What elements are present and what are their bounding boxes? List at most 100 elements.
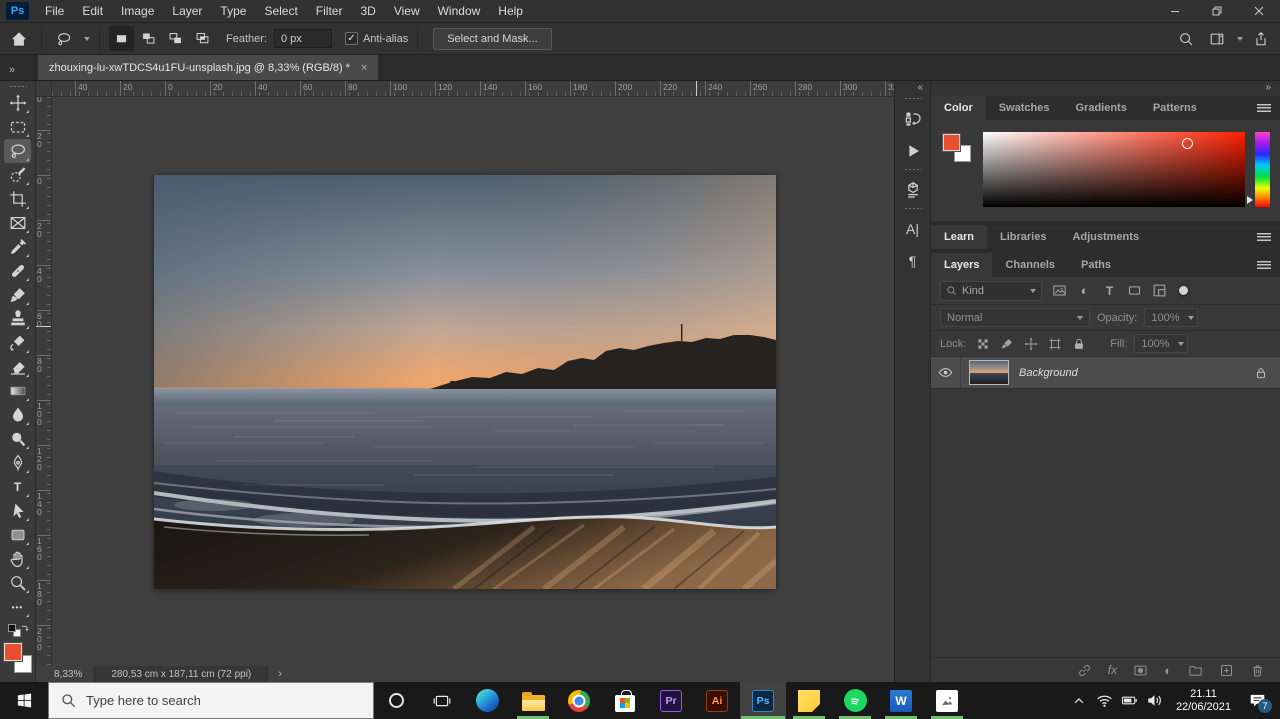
hand-tool[interactable] [4, 547, 31, 571]
gradient-tool[interactable] [4, 379, 31, 403]
home-icon[interactable] [6, 26, 32, 52]
close-button[interactable] [1238, 0, 1280, 22]
blend-mode-select[interactable]: Normal [940, 308, 1090, 327]
panel-grip[interactable] [9, 85, 27, 88]
tab-libraries[interactable]: Libraries [987, 225, 1059, 249]
menu-item-window[interactable]: Window [429, 1, 490, 21]
layer-name[interactable]: Background [1019, 367, 1078, 379]
taskbar-search[interactable] [48, 682, 374, 719]
edit-toolbar-icon[interactable]: ••• [4, 595, 31, 619]
start-button[interactable] [0, 682, 48, 719]
taskbar-app-file-explorer[interactable] [510, 682, 556, 719]
battery-icon[interactable] [1117, 692, 1142, 709]
adjustment-layer-filter-icon[interactable]: ◐ [1075, 283, 1094, 298]
panel-menu-icon[interactable] [1257, 104, 1271, 112]
link-layers-icon[interactable] [1077, 663, 1092, 678]
minimize-button[interactable] [1154, 0, 1196, 22]
add-to-selection-icon[interactable] [136, 26, 161, 51]
clock[interactable]: 21.11 22/06/2021 [1176, 688, 1231, 714]
new-layer-icon[interactable] [1219, 663, 1234, 678]
lock-position-icon[interactable] [1021, 337, 1040, 351]
shape-layer-filter-icon[interactable] [1125, 283, 1144, 298]
layer-thumbnail[interactable] [969, 360, 1009, 385]
menu-item-filter[interactable]: Filter [307, 1, 352, 21]
paragraph-panel-icon[interactable]: ¶ [899, 247, 927, 275]
tab-close-icon[interactable]: × [361, 62, 367, 74]
status-expand-icon[interactable]: › [268, 668, 292, 680]
saturation-brightness-field[interactable] [983, 132, 1245, 207]
lock-transparency-icon[interactable] [973, 337, 992, 351]
layer-locked-icon[interactable] [1254, 366, 1268, 380]
horizontal-ruler[interactable]: 4020020406080100120140160180200220240260… [52, 81, 894, 97]
move-tool[interactable] [4, 91, 31, 115]
path-selection-tool[interactable] [4, 499, 31, 523]
layer-group-icon[interactable] [1188, 663, 1203, 678]
menu-item-layer[interactable]: Layer [163, 1, 211, 21]
clone-stamp-tool[interactable] [4, 307, 31, 331]
panel-expand-chevrons[interactable]: » [0, 64, 38, 80]
properties-panel-icon[interactable] [899, 176, 927, 204]
layer-mask-icon[interactable] [1133, 663, 1148, 678]
tab-layers[interactable]: Layers [931, 253, 992, 277]
menu-item-type[interactable]: Type [211, 1, 255, 21]
lock-artboard-icon[interactable] [1045, 337, 1064, 351]
lasso-tool[interactable] [4, 139, 31, 163]
document-tab[interactable]: zhouxing-lu-xwTDCS4u1FU-unsplash.jpg @ 8… [38, 55, 378, 80]
anti-alias-checkbox[interactable]: ✓ [345, 32, 358, 45]
select-and-mask-button[interactable]: Select and Mask... [433, 28, 552, 50]
taskbar-app-word[interactable]: W [878, 682, 924, 719]
menu-item-help[interactable]: Help [489, 1, 532, 21]
layer-filter-toggle[interactable] [1179, 286, 1188, 295]
search-icon[interactable] [1173, 26, 1199, 52]
workspace-icon[interactable] [1204, 26, 1230, 52]
photoshop-logo[interactable]: Ps [6, 2, 29, 20]
intersect-selection-icon[interactable] [190, 26, 215, 51]
pixel-layer-filter-icon[interactable] [1050, 283, 1069, 298]
subtract-from-selection-icon[interactable] [163, 26, 188, 51]
menu-item-view[interactable]: View [385, 1, 429, 21]
foreground-color-swatch[interactable] [4, 643, 22, 661]
tab-paths[interactable]: Paths [1068, 253, 1124, 277]
foreground-color-swatch[interactable] [943, 134, 960, 151]
taskbar-app-photos[interactable] [924, 682, 970, 719]
taskbar-app-spotify[interactable] [832, 682, 878, 719]
history-brush-tool[interactable] [4, 331, 31, 355]
feather-input[interactable] [274, 29, 332, 48]
taskbar-app-premiere-pro[interactable]: Pr [648, 682, 694, 719]
layer-filter-kind-select[interactable]: Kind [940, 281, 1042, 301]
history-panel-icon[interactable] [899, 105, 927, 133]
zoom-tool[interactable] [4, 571, 31, 595]
taskbar-app-chrome[interactable] [556, 682, 602, 719]
document-canvas[interactable] [154, 175, 776, 589]
taskbar-app-microsoft-store[interactable] [602, 682, 648, 719]
share-icon[interactable] [1248, 26, 1274, 52]
lock-all-icon[interactable] [1069, 337, 1088, 351]
tray-chevron-icon[interactable] [1067, 694, 1092, 708]
type-tool[interactable]: T [4, 475, 31, 499]
lasso-preset-icon[interactable] [51, 26, 77, 52]
chevron-down-icon[interactable] [84, 37, 90, 41]
spot-healing-brush-tool[interactable] [4, 259, 31, 283]
taskbar-app-photoshop[interactable]: Ps [740, 682, 786, 719]
layer-row-background[interactable]: Background [931, 357, 1280, 389]
swap-colors-icon[interactable] [19, 623, 31, 635]
collapse-dock-icon[interactable]: » [931, 81, 1280, 96]
smart-object-filter-icon[interactable] [1150, 283, 1169, 298]
frame-tool[interactable] [4, 211, 31, 235]
opacity-input[interactable]: 100% [1144, 308, 1198, 327]
menu-item-3d[interactable]: 3D [351, 1, 384, 21]
panel-menu-icon[interactable] [1257, 261, 1271, 269]
menu-item-image[interactable]: Image [112, 1, 163, 21]
actions-panel-icon[interactable] [899, 137, 927, 165]
action-center-button[interactable]: 7 [1240, 692, 1274, 709]
cortana-button[interactable] [374, 682, 419, 719]
layer-visibility-eye-icon[interactable] [931, 357, 961, 388]
rectangular-marquee-tool[interactable] [4, 115, 31, 139]
panel-menu-icon[interactable] [1257, 233, 1271, 241]
eraser-tool[interactable] [4, 355, 31, 379]
ruler-origin[interactable] [36, 81, 52, 97]
blur-tool[interactable] [4, 403, 31, 427]
delete-layer-icon[interactable] [1250, 663, 1265, 678]
pen-tool[interactable] [4, 451, 31, 475]
brush-tool[interactable] [4, 283, 31, 307]
